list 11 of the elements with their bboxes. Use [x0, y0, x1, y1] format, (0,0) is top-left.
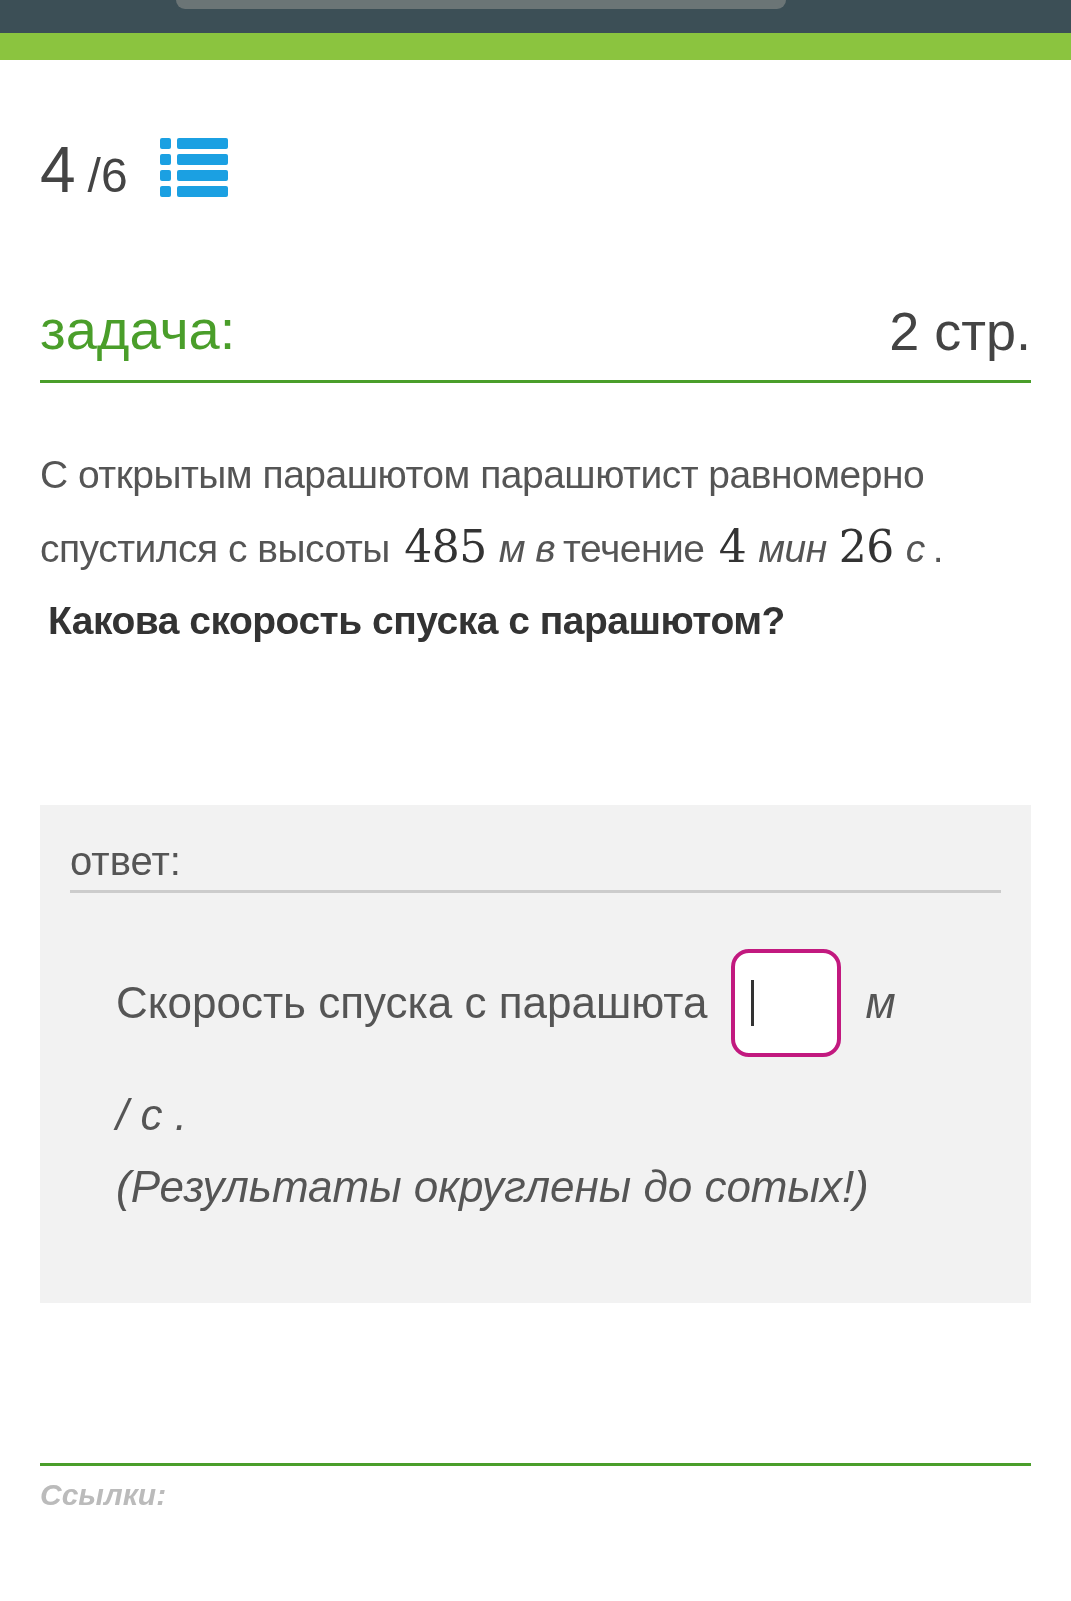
list-icon[interactable] — [159, 138, 228, 200]
question-number: 4 — [40, 138, 76, 202]
answer-label: ответ: — [70, 839, 181, 883]
question-total: /6 — [87, 152, 128, 200]
links-label: Ссылки: — [40, 1478, 167, 1511]
text-cursor — [751, 980, 755, 1026]
problem-text: С открытым парашютом парашютист равномерно спустился с высоты 485 м в течение 4 мин 26 с . Какова скорость спуска с парашютом? — [40, 452, 944, 644]
unit-text: м — [865, 977, 896, 1029]
answer-prompt: Скорость спуска с парашюта — [116, 977, 708, 1029]
answer-field[interactable] — [731, 949, 842, 1057]
rounding-note: (Результаты округлены до сотых!) — [116, 1165, 870, 1209]
